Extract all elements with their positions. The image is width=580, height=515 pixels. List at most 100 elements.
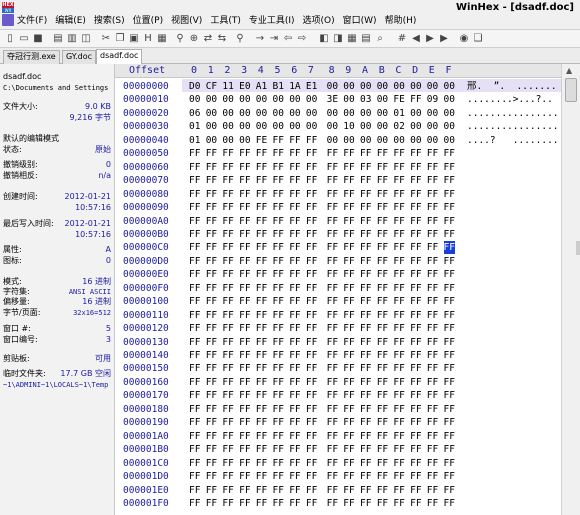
hex-byte[interactable]: FF xyxy=(427,457,438,470)
hex-byte[interactable]: FF xyxy=(360,255,371,268)
hex-byte[interactable]: FF xyxy=(289,228,300,241)
hex-byte[interactable]: FF xyxy=(206,430,217,443)
hex-byte[interactable]: FF xyxy=(222,362,233,375)
hex-byte[interactable]: FF xyxy=(410,322,421,335)
hex-byte[interactable]: FF xyxy=(222,174,233,187)
hex-byte[interactable]: FF xyxy=(444,188,455,201)
hex-byte[interactable]: FF xyxy=(393,228,404,241)
hex-byte[interactable]: FF xyxy=(327,322,338,335)
hex-byte[interactable]: FE xyxy=(393,93,404,106)
hex-byte[interactable]: FF xyxy=(360,470,371,483)
hex-byte[interactable]: FF xyxy=(360,389,371,402)
hex-byte[interactable]: FF xyxy=(306,201,317,214)
hex-byte[interactable]: 00 xyxy=(327,120,338,133)
hex-byte[interactable]: FF xyxy=(377,484,388,497)
hex-byte[interactable]: FF xyxy=(393,174,404,187)
hex-byte[interactable]: FF xyxy=(343,188,354,201)
hex-byte[interactable]: FF xyxy=(289,268,300,281)
hex-byte[interactable]: FF xyxy=(289,295,300,308)
hex-byte[interactable]: FF xyxy=(189,268,200,281)
hex-byte[interactable]: FF xyxy=(239,215,250,228)
hex-byte[interactable]: FF xyxy=(393,188,404,201)
hex-byte[interactable]: FF xyxy=(189,322,200,335)
hex-byte[interactable]: FF xyxy=(306,403,317,416)
hex-byte[interactable]: FF xyxy=(327,443,338,456)
hex-byte[interactable]: FF xyxy=(444,389,455,402)
hex-byte[interactable]: FF xyxy=(343,336,354,349)
hex-byte[interactable]: FF xyxy=(222,188,233,201)
hex-byte[interactable]: FF xyxy=(256,228,267,241)
hex-byte[interactable]: FF xyxy=(327,295,338,308)
hex-byte[interactable]: 00 xyxy=(410,134,421,147)
hex-byte[interactable]: FF xyxy=(239,403,250,416)
hex-byte[interactable]: FF xyxy=(444,349,455,362)
ascii-text[interactable]: ....? ........ xyxy=(467,134,559,147)
hex-byte[interactable]: FF xyxy=(393,336,404,349)
hex-byte[interactable]: FF xyxy=(360,403,371,416)
hex-byte[interactable]: FF xyxy=(343,484,354,497)
hex-byte[interactable]: FF xyxy=(239,188,250,201)
hex-byte[interactable]: 00 xyxy=(427,80,438,93)
hex-byte[interactable]: FF xyxy=(427,349,438,362)
hex-byte[interactable]: FF xyxy=(327,484,338,497)
hex-byte[interactable]: 00 xyxy=(360,107,371,120)
table-icon[interactable]: ▤ xyxy=(360,33,372,45)
hex-byte[interactable]: FF xyxy=(222,443,233,456)
hex-byte[interactable]: 00 xyxy=(273,120,284,133)
hex-byte[interactable]: 00 xyxy=(306,120,317,133)
hex-byte[interactable]: FF xyxy=(343,403,354,416)
camera-icon[interactable]: ◉ xyxy=(458,33,470,45)
hex-byte[interactable]: FF xyxy=(377,241,388,254)
hex-byte[interactable]: FF xyxy=(189,457,200,470)
hex-byte[interactable]: FF xyxy=(327,174,338,187)
hex-byte[interactable]: 00 xyxy=(377,93,388,106)
ascii-text[interactable]: ........>...?.. xyxy=(467,93,553,106)
hex-byte[interactable]: FF xyxy=(393,443,404,456)
ram-editor-icon[interactable]: ◨ xyxy=(332,33,344,45)
hex-byte[interactable]: FF xyxy=(327,430,338,443)
hex-byte[interactable]: FF xyxy=(206,201,217,214)
hex-byte[interactable]: FF xyxy=(360,174,371,187)
hex-byte[interactable]: FF xyxy=(343,457,354,470)
hex-byte[interactable]: FF xyxy=(222,228,233,241)
hex-row[interactable]: 000001D0 FF FF FF FF FF FF FF FF FF FF FF FF FF FF FF FF xyxy=(115,470,561,483)
hex-row[interactable]: 000000F0 FF FF FF FF FF FF FF FF FF FF FF FF FF FF FF FF xyxy=(115,282,561,295)
hex-byte[interactable]: FF xyxy=(306,443,317,456)
hex-byte[interactable]: CF xyxy=(206,80,217,93)
hex-row[interactable]: 00000110 FF FF FF FF FF FF FF FF FF FF FF FF FF FF FF FF xyxy=(115,309,561,322)
forward-icon[interactable]: ⇨ xyxy=(296,33,308,45)
hex-byte[interactable]: FF xyxy=(393,470,404,483)
hex-row[interactable]: 00000170 FF FF FF FF FF FF FF FF FF FF FF FF FF FF FF FF xyxy=(115,389,561,402)
hex-byte[interactable]: FF xyxy=(360,188,371,201)
hex-byte[interactable]: 00 xyxy=(239,93,250,106)
hex-byte[interactable]: FF xyxy=(444,268,455,281)
hex-byte[interactable]: FF xyxy=(377,188,388,201)
hex-row[interactable]: 00000090 FF FF FF FF FF FF FF FF FF FF FF FF FF FF FF FF xyxy=(115,201,561,214)
hex-byte[interactable]: FF xyxy=(289,147,300,160)
hex-byte[interactable]: B1 xyxy=(273,80,284,93)
hex-byte[interactable]: FF xyxy=(444,362,455,375)
hex-byte[interactable]: FF xyxy=(206,282,217,295)
hex-byte[interactable]: FF xyxy=(377,255,388,268)
hex-byte[interactable]: FF xyxy=(289,349,300,362)
hex-byte[interactable]: FF xyxy=(410,497,421,510)
hex-byte[interactable]: 00 xyxy=(327,107,338,120)
hex-byte[interactable]: FF xyxy=(273,484,284,497)
menu-item-7[interactable]: 选项(O) xyxy=(303,15,335,27)
hex-byte[interactable]: FF xyxy=(343,255,354,268)
hex-byte[interactable]: FF xyxy=(343,389,354,402)
hex-byte[interactable]: 00 xyxy=(410,80,421,93)
hex-byte[interactable]: FF xyxy=(410,215,421,228)
hex-byte[interactable]: FF xyxy=(222,255,233,268)
hex-byte[interactable]: FF xyxy=(189,241,200,254)
menu-item-2[interactable]: 搜索(S) xyxy=(94,15,125,27)
hex-byte[interactable]: FF xyxy=(427,295,438,308)
hex-byte[interactable]: 00 xyxy=(206,120,217,133)
hex-byte[interactable]: FF xyxy=(427,215,438,228)
open-disk-icon[interactable]: ◫ xyxy=(80,33,92,45)
hex-byte[interactable]: FF xyxy=(377,295,388,308)
hex-byte[interactable]: FF xyxy=(360,484,371,497)
hex-byte[interactable]: 06 xyxy=(189,107,200,120)
hex-row[interactable]: 000001B0 FF FF FF FF FF FF FF FF FF FF FF FF FF FF FF FF xyxy=(115,443,561,456)
hex-byte[interactable]: FF xyxy=(377,362,388,375)
